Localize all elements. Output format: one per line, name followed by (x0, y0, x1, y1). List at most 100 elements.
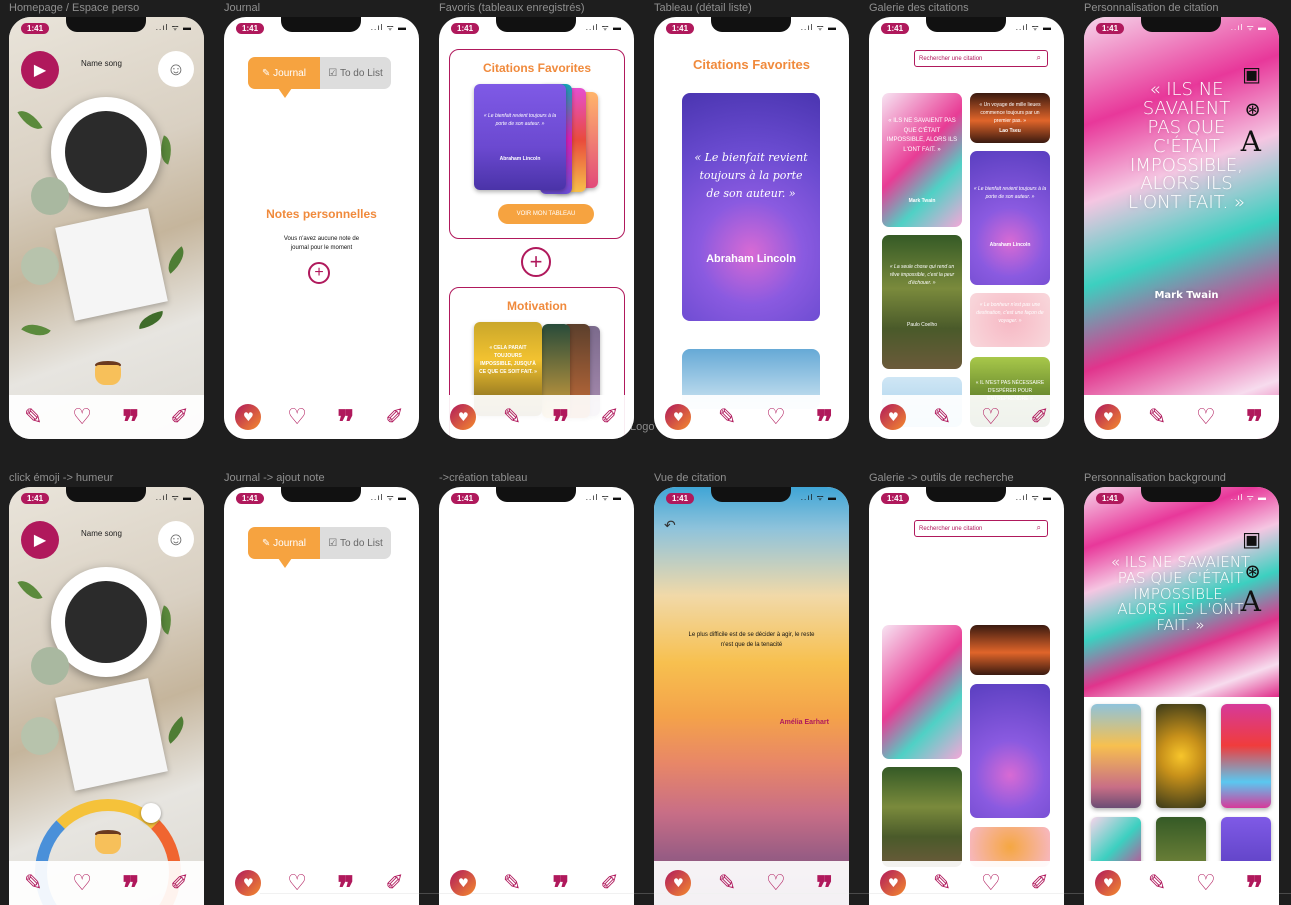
search-input[interactable]: Rechercher une citation ⌕ (914, 50, 1048, 67)
journal-tab-icon[interactable]: ✎ (1140, 866, 1174, 900)
favorites-board[interactable]: Citations Favorites « Le bienfait revien… (449, 49, 625, 239)
phone-favoris: 1:41 ..ıl ᯤ ▬ Citations Favorites « Le b… (439, 17, 634, 439)
notch (66, 17, 146, 32)
mood-emoji-button[interactable] (93, 353, 125, 387)
quote-card[interactable]: « Un voyage de mille lieues commence tou… (970, 93, 1050, 143)
add-board-button[interactable]: + (521, 247, 551, 277)
favorites-tab-icon[interactable]: ♡ (65, 866, 99, 900)
quotes-tab-icon[interactable]: ❞ (544, 400, 578, 438)
color-tool-icon[interactable]: ⊛ (1244, 97, 1261, 121)
quote-text: « ILS NE SAVAIENT PAS QUE C'ÉTAIT IMPOSS… (1128, 79, 1245, 214)
quote-card[interactable] (882, 767, 962, 867)
favorites-tab-icon[interactable]: ♡ (65, 400, 99, 434)
home-tab-icon[interactable]: ♥ (1091, 400, 1125, 434)
journal-tab-icon[interactable]: ✎ (710, 866, 744, 900)
journal-tab-button[interactable]: ✎ Journal (248, 57, 320, 98)
palette-tab-icon[interactable]: ✐ (1023, 866, 1057, 900)
background-thumbnail[interactable] (1156, 704, 1206, 808)
color-tool-icon[interactable]: ⊛ (1244, 559, 1261, 583)
favorites-tab-icon[interactable]: ♡ (974, 866, 1008, 900)
quotes-tab-icon[interactable]: ❞ (1238, 400, 1272, 438)
favorites-tab-icon[interactable]: ♡ (759, 400, 793, 434)
back-arrow-icon[interactable]: ↶ (664, 517, 676, 534)
search-input[interactable]: Rechercher une citation ⌕ (914, 520, 1048, 537)
quote-card[interactable]: « ILS NE SAVAIENT PAS QUE C'ÉTAIT IMPOSS… (882, 93, 962, 227)
journal-tab-icon[interactable]: ✎ (925, 866, 959, 900)
quote-card[interactable]: « Le bonheur n'est pas une destination, … (970, 293, 1050, 347)
palette-tab-icon[interactable]: ✐ (163, 866, 197, 900)
quotes-tab-icon[interactable]: ❞ (1238, 866, 1272, 904)
quotes-tab-icon[interactable]: ❞ (329, 866, 363, 904)
quote-card[interactable]: « Le bienfait revient toujours à la port… (970, 151, 1050, 285)
status-icons: ..ıl ᯤ ▬ (370, 493, 407, 502)
mood-slider-knob[interactable] (141, 803, 161, 823)
quote-author: Mark Twain (908, 198, 936, 204)
journal-tab-icon[interactable]: ✎ (710, 400, 744, 434)
palette-tab-icon[interactable]: ✐ (593, 866, 627, 900)
palette-tab-icon[interactable]: ✐ (163, 400, 197, 434)
quotes-tab-icon[interactable]: ❞ (544, 866, 578, 904)
home-tab-icon[interactable]: ♥ (446, 400, 480, 434)
frame-label-perso-bg: Personnalisation background (1084, 472, 1226, 484)
status-time: 1:41 (21, 23, 50, 34)
favorites-tab-icon[interactable]: ♡ (280, 400, 314, 434)
quote-card[interactable] (882, 625, 962, 759)
todo-tab-button[interactable]: ☑ To do List (320, 527, 391, 559)
quote-text: « ILS NE SAVAIENT PAS QUE C'ÉTAIT IMPOSS… (886, 118, 958, 153)
journal-tab-icon[interactable]: ✎ (16, 866, 50, 900)
avatar-button[interactable]: ☺ (158, 51, 194, 87)
home-tab-icon[interactable]: ♥ (876, 400, 910, 434)
todo-tab-button[interactable]: ☑ To do List (320, 57, 391, 89)
journal-tab-button[interactable]: ✎ Journal (248, 527, 320, 568)
play-button[interactable]: ▶ (21, 51, 59, 89)
home-tab-icon[interactable]: ♥ (1091, 866, 1125, 900)
tab-bar: ♥ ✎ ♡ ❞ (1084, 861, 1279, 905)
quote-text: « ILS NE SAVAIENT PAS QUE C'ÉTAIT IMPOSS… (1110, 553, 1251, 634)
home-tab-icon[interactable]: ♥ (661, 866, 695, 900)
frame-label-homepage: Homepage / Espace perso (9, 2, 140, 14)
palette-tab-icon[interactable]: ✐ (593, 400, 627, 434)
quotes-tab-icon[interactable]: ❞ (114, 866, 148, 904)
background-thumbnail[interactable] (1091, 704, 1141, 808)
tab-bar: ♥ ✎ ♡ ❞ (654, 861, 849, 905)
palette-tab-icon[interactable]: ✐ (1023, 400, 1057, 434)
home-tab-icon[interactable]: ♥ (876, 866, 910, 900)
journal-tab-icon[interactable]: ✎ (925, 400, 959, 434)
image-tool-icon[interactable]: ▣ (1242, 527, 1261, 551)
journal-tab-icon[interactable]: ✎ (1140, 400, 1174, 434)
font-tool-icon[interactable]: A (1241, 125, 1261, 158)
favorites-tab-icon[interactable]: ♡ (974, 400, 1008, 434)
view-board-button[interactable]: VOIR MON TABLEAU (498, 204, 594, 224)
quotes-tab-icon[interactable]: ❞ (329, 400, 363, 438)
quote-card[interactable] (970, 625, 1050, 675)
home-tab-icon[interactable]: ♥ (231, 866, 265, 900)
favorites-tab-icon[interactable]: ♡ (1189, 400, 1223, 434)
background-thumbnail[interactable] (1221, 704, 1271, 808)
home-tab-icon[interactable]: ♥ (446, 866, 480, 900)
checkbox-icon: ☑ (328, 537, 340, 549)
journal-tab-icon[interactable]: ✎ (495, 866, 529, 900)
favorites-tab-icon[interactable]: ♡ (1189, 866, 1223, 900)
add-note-button[interactable]: + (308, 262, 330, 284)
quote-card[interactable]: « Le bienfait revient toujours à la port… (682, 93, 820, 321)
status-time: 1:41 (236, 493, 265, 504)
favorites-tab-icon[interactable]: ♡ (280, 866, 314, 900)
quote-card[interactable]: « La seule chose qui rend un rêve imposs… (882, 235, 962, 369)
home-tab-icon[interactable]: ♥ (661, 400, 695, 434)
song-name: Name song (81, 529, 122, 538)
quote-card[interactable] (970, 684, 1050, 818)
font-tool-icon[interactable]: A (1241, 585, 1261, 618)
quotes-tab-icon[interactable]: ❞ (114, 400, 148, 438)
home-tab-icon[interactable]: ♥ (231, 400, 265, 434)
journal-tab-icon[interactable]: ✎ (495, 400, 529, 434)
favorites-tab-icon[interactable]: ♡ (759, 866, 793, 900)
play-button[interactable]: ▶ (21, 521, 59, 559)
journal-tab-icon[interactable]: ✎ (16, 400, 50, 434)
quotes-tab-icon[interactable]: ❞ (808, 400, 842, 438)
avatar-button[interactable]: ☺ (158, 521, 194, 557)
palette-tab-icon[interactable]: ✐ (378, 400, 412, 434)
image-tool-icon[interactable]: ▣ (1242, 62, 1261, 86)
palette-tab-icon[interactable]: ✐ (378, 866, 412, 900)
mood-emoji-button[interactable] (93, 822, 125, 856)
quotes-tab-icon[interactable]: ❞ (808, 866, 842, 904)
